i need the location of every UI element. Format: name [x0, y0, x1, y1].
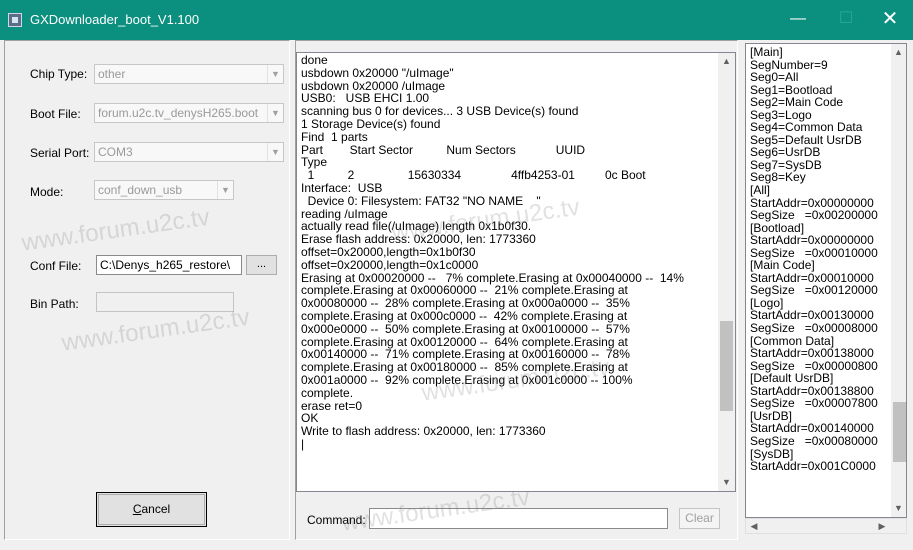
- config-scrollbar[interactable]: ▲ ▼: [891, 44, 906, 517]
- boot-file-label: Boot File:: [30, 107, 81, 121]
- chevron-down-icon: ▼: [267, 104, 283, 122]
- chevron-down-icon: ▼: [267, 65, 283, 83]
- scroll-down-icon[interactable]: ▼: [718, 474, 735, 491]
- scroll-down-icon[interactable]: ▼: [891, 500, 906, 517]
- mode-label: Mode:: [30, 185, 64, 199]
- log-text: done usbdown 0x20000 "/uImage" usbdown 0…: [301, 53, 684, 451]
- config-hscrollbar[interactable]: ◀ ▶: [745, 518, 907, 534]
- cancel-label: ancel: [141, 502, 171, 516]
- config-scroll-thumb[interactable]: [893, 402, 906, 463]
- bin-path-field[interactable]: [96, 292, 234, 312]
- boot-file-value: forum.u2c.tv_denysH265.boot: [98, 106, 259, 120]
- conf-file-field[interactable]: C:\Denys_h265_restore\: [96, 255, 242, 275]
- serial-port-value: COM3: [98, 145, 133, 159]
- chevron-down-icon: ▼: [267, 143, 283, 161]
- chevron-down-icon: ▼: [217, 181, 233, 199]
- command-label: Command:: [307, 513, 366, 527]
- mode-value: conf_down_usb: [98, 183, 183, 197]
- serial-port-select[interactable]: COM3 ▼: [94, 142, 284, 162]
- serial-port-label: Serial Port:: [30, 146, 90, 160]
- app-icon: [8, 13, 22, 27]
- log-output[interactable]: done usbdown 0x20000 "/uImage" usbdown 0…: [296, 52, 736, 492]
- log-scroll-thumb[interactable]: [720, 321, 733, 412]
- command-input[interactable]: [369, 508, 668, 529]
- scroll-up-icon[interactable]: ▲: [891, 44, 906, 61]
- scroll-right-icon[interactable]: ▶: [874, 519, 890, 533]
- log-scrollbar[interactable]: ▲ ▼: [718, 53, 735, 491]
- chip-type-value: other: [98, 67, 126, 81]
- browse-button[interactable]: ...: [246, 255, 277, 275]
- minimize-button[interactable]: —: [775, 0, 821, 40]
- config-view[interactable]: [Main] SegNumber=9 Seg0=All Seg1=Bootloa…: [745, 43, 907, 518]
- cancel-button[interactable]: Cancel: [96, 492, 207, 527]
- bin-path-label: Bin Path:: [30, 297, 79, 311]
- conf-file-label: Conf File:: [30, 259, 82, 273]
- config-text: [Main] SegNumber=9 Seg0=All Seg1=Bootloa…: [750, 45, 878, 474]
- clear-button[interactable]: Clear: [679, 508, 720, 529]
- scroll-up-icon[interactable]: ▲: [718, 53, 735, 70]
- close-button[interactable]: ✕: [867, 0, 913, 40]
- boot-file-select[interactable]: forum.u2c.tv_denysH265.boot ▼: [94, 103, 284, 123]
- title-bar[interactable]: GXDownloader_boot_V1.100 — ☐ ✕: [0, 0, 913, 40]
- window-title: GXDownloader_boot_V1.100: [30, 12, 200, 27]
- maximize-button[interactable]: ☐: [823, 0, 869, 40]
- scroll-left-icon[interactable]: ◀: [746, 519, 762, 533]
- chip-type-label: Chip Type:: [30, 67, 88, 81]
- chip-type-select[interactable]: other ▼: [94, 64, 284, 84]
- mode-select[interactable]: conf_down_usb ▼: [94, 180, 234, 200]
